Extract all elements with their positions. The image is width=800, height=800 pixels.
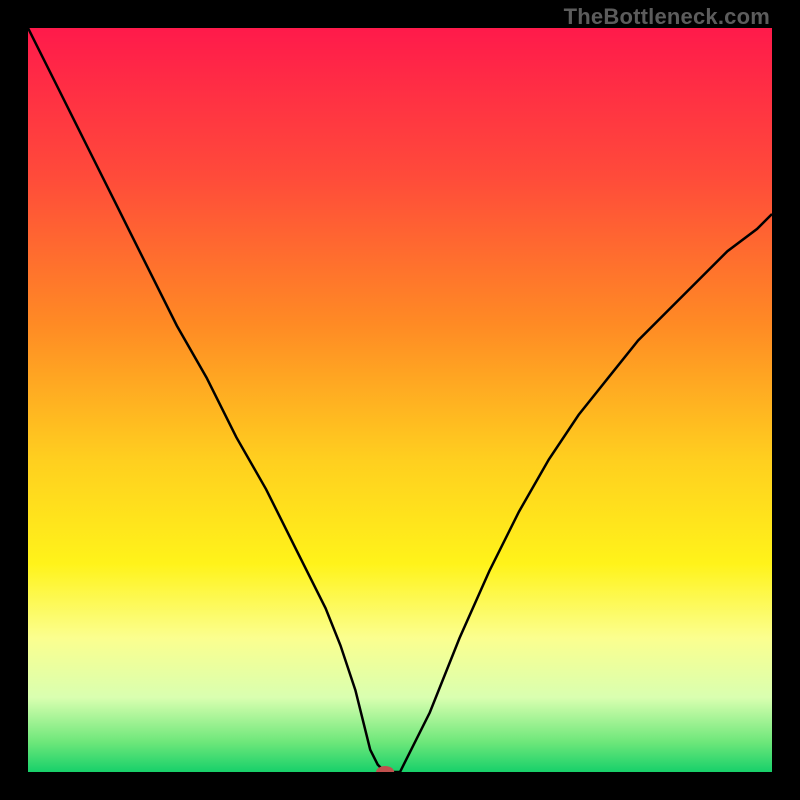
chart-svg [28,28,772,772]
watermark-text: TheBottleneck.com [564,4,770,30]
plot-area [28,28,772,772]
chart-frame: TheBottleneck.com [0,0,800,800]
gradient-background [28,28,772,772]
